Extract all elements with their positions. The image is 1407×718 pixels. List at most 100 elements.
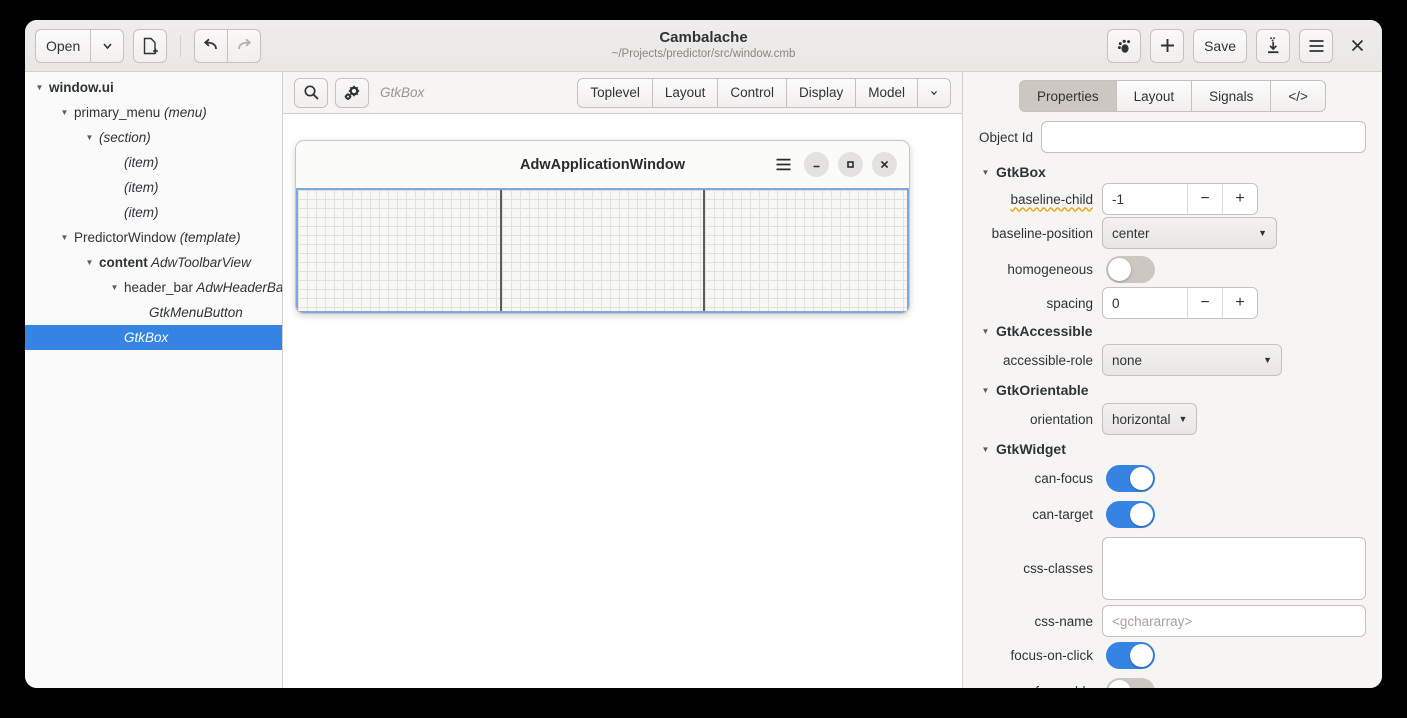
- chevron-down-icon[interactable]: ▼: [979, 386, 992, 395]
- minimize-icon[interactable]: [804, 152, 829, 177]
- hamburger-menu-icon[interactable]: [1299, 28, 1333, 63]
- undo-redo-group: [194, 28, 262, 63]
- tree-row[interactable]: ▼ window.ui: [25, 75, 282, 100]
- dropdown-selected-value: center: [1112, 225, 1150, 241]
- switch-knob: [1108, 679, 1131, 688]
- tree-row-label: GtkMenuButton: [149, 305, 243, 320]
- toggle-switch-can-focus[interactable]: [1106, 464, 1155, 492]
- property-value: horizontal ▼: [1102, 403, 1366, 435]
- tree-row[interactable]: ▼ PredictorWindow (template): [25, 225, 282, 250]
- chevron-down-icon[interactable]: [90, 28, 125, 63]
- property-value: [1102, 641, 1366, 669]
- toggle-switch-focusable[interactable]: [1106, 677, 1155, 688]
- close-x-icon[interactable]: [1342, 31, 1372, 61]
- toolbar-separator: [180, 34, 182, 57]
- property-label: spacing: [1046, 295, 1093, 311]
- spin-value[interactable]: 0: [1103, 288, 1187, 318]
- search-magnifier-icon[interactable]: [294, 77, 328, 108]
- property-group-header[interactable]: ▼ GtkBox: [963, 160, 1382, 183]
- property-label: focusable: [979, 684, 1102, 689]
- spin-increment-button[interactable]: +: [1222, 184, 1257, 214]
- widget-placeholder[interactable]: [499, 190, 704, 311]
- spin-button[interactable]: 0− +: [1102, 287, 1258, 319]
- chevron-down-icon[interactable]: ▼: [979, 327, 992, 336]
- dropdown-accessible-role[interactable]: none ▼: [1102, 344, 1282, 376]
- object-tree-sidebar[interactable]: ▼ window.ui ▼ primary_menu (menu) ▼ (section)…: [25, 72, 283, 688]
- text-input-css-name[interactable]: [1102, 605, 1366, 637]
- tab-properties[interactable]: Properties: [1019, 80, 1117, 112]
- undo-arrow-icon[interactable]: [194, 28, 229, 63]
- spin-increment-button[interactable]: +: [1222, 288, 1257, 318]
- property-label: can-focus: [1034, 470, 1093, 486]
- chevron-down-icon[interactable]: ▼: [83, 258, 96, 267]
- redo-arrow-icon[interactable]: [227, 28, 262, 63]
- tree-row[interactable]: ▼(item): [25, 175, 282, 200]
- property-group-header[interactable]: ▼ GtkWidget: [963, 437, 1382, 460]
- tree-row[interactable]: ▼ primary_menu (menu): [25, 100, 282, 125]
- chevron-down-icon: ▼: [1263, 355, 1272, 365]
- widget-placeholder[interactable]: [703, 190, 908, 311]
- export-download-icon[interactable]: [1256, 28, 1290, 63]
- tree-row-label: GtkBox: [124, 330, 169, 345]
- object-id-input[interactable]: [1041, 121, 1366, 153]
- close-x-icon[interactable]: [872, 152, 897, 177]
- tab-layout[interactable]: Layout: [1115, 80, 1193, 112]
- chevron-down-icon[interactable]: ▼: [979, 445, 992, 454]
- spin-button[interactable]: -1− +: [1102, 183, 1258, 215]
- design-canvas[interactable]: AdwApplicationWindow: [283, 114, 962, 688]
- textarea-css-classes[interactable]: [1102, 537, 1366, 600]
- switch-knob: [1130, 502, 1153, 526]
- tree-row[interactable]: ▼(item): [25, 150, 282, 175]
- dropdown-baseline-position[interactable]: center ▼: [1102, 217, 1277, 249]
- toggle-switch-homogeneous[interactable]: [1106, 255, 1155, 283]
- spin-decrement-button[interactable]: −: [1187, 184, 1222, 214]
- plus-icon[interactable]: [1150, 28, 1185, 63]
- class-filter-toplevel[interactable]: Toplevel: [577, 77, 653, 108]
- chevron-down-icon[interactable]: ▼: [58, 108, 71, 117]
- property-group-header[interactable]: ▼ GtkOrientable: [963, 378, 1382, 401]
- switch-knob: [1108, 257, 1131, 281]
- toggle-switch-can-target[interactable]: [1106, 500, 1155, 528]
- chevron-down-icon[interactable]: ▼: [58, 233, 71, 242]
- chevron-down-icon[interactable]: ▼: [83, 133, 96, 142]
- class-filter-layout[interactable]: Layout: [651, 77, 719, 108]
- spin-decrement-button[interactable]: −: [1187, 288, 1222, 318]
- class-filter-display[interactable]: Display: [785, 77, 857, 108]
- maximize-icon[interactable]: [838, 152, 863, 177]
- chevron-down-icon[interactable]: ▼: [979, 168, 992, 177]
- chevron-down-icon[interactable]: [917, 77, 951, 108]
- widget-placeholder[interactable]: [298, 190, 500, 311]
- property-value: [1102, 605, 1366, 637]
- open-button[interactable]: Open: [35, 28, 92, 63]
- chevron-down-icon[interactable]: ▼: [108, 283, 121, 292]
- tree-row[interactable]: ▼(item): [25, 200, 282, 225]
- chevron-down-icon[interactable]: ▼: [33, 83, 46, 92]
- widget-class-filter-group: Toplevel Layout Control Display Model: [577, 77, 951, 108]
- gears-preferences-icon[interactable]: [335, 77, 369, 108]
- dropdown-selected-value: none: [1112, 352, 1143, 368]
- tree-row[interactable]: ▼ content AdwToolbarView: [25, 250, 282, 275]
- save-button[interactable]: Save: [1193, 28, 1247, 63]
- tree-row[interactable]: ▼ header_bar AdwHeaderBar: [25, 275, 282, 300]
- hamburger-menu-icon[interactable]: [772, 158, 795, 171]
- spin-value[interactable]: -1: [1103, 184, 1187, 214]
- property-group-header[interactable]: ▼ GtkAccessible: [963, 319, 1382, 342]
- tab-[interactable]: </>: [1270, 80, 1326, 112]
- property-row: homogeneous: [963, 251, 1382, 287]
- class-filter-model[interactable]: Model: [855, 77, 918, 108]
- workspace-area: GtkBox Toplevel Layout Control Display Model…: [283, 72, 962, 688]
- toggle-switch-focus-on-click[interactable]: [1106, 641, 1155, 669]
- tree-row[interactable]: ▼ (section): [25, 125, 282, 150]
- tree-row[interactable]: ▼GtkBox: [25, 325, 282, 350]
- new-document-icon[interactable]: [133, 28, 168, 63]
- tree-row-label: header_bar AdwHeaderBar: [124, 280, 283, 295]
- tree-row[interactable]: ▼GtkMenuButton: [25, 300, 282, 325]
- tab-signals[interactable]: Signals: [1191, 80, 1272, 112]
- property-row: css-name: [963, 605, 1382, 637]
- gtkbox-selected-widget[interactable]: [296, 188, 909, 313]
- preview-window[interactable]: AdwApplicationWindow: [295, 140, 910, 314]
- class-filter-control[interactable]: Control: [717, 77, 787, 108]
- dropdown-orientation[interactable]: horizontal ▼: [1102, 403, 1198, 435]
- gnome-foot-icon[interactable]: [1107, 28, 1142, 63]
- file-path-subtitle: ~/Projects/predictor/src/window.cmb: [611, 47, 796, 60]
